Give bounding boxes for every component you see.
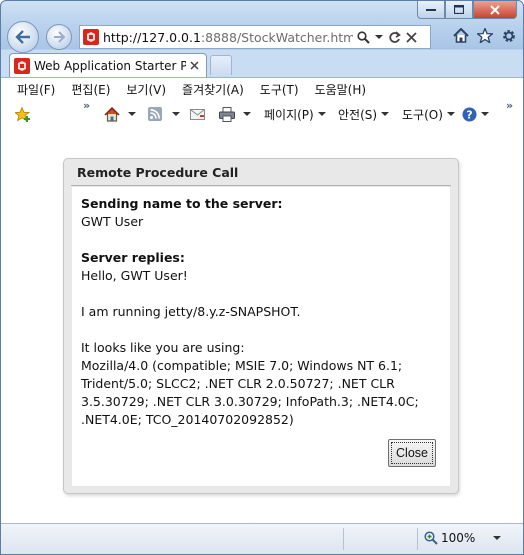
dialog-body: Sending name to the server: GWT User Ser… — [72, 187, 450, 486]
search-icon[interactable] — [357, 30, 370, 44]
gwt-favicon-icon — [83, 29, 99, 45]
agent-intro: It looks like you are using: — [81, 340, 245, 355]
home-button[interactable] — [104, 104, 136, 124]
url-text[interactable]: http://127.0.0.1:8888/StockWatcher.html?… — [103, 30, 353, 45]
status-divider — [417, 528, 418, 550]
url-path: :8888/StockWatcher.html?gwt. — [200, 29, 353, 45]
zoom-level: 100% — [441, 531, 476, 545]
tab-stockwatcher[interactable]: Web Application Starter Pr... — [9, 53, 207, 77]
chevron-more-icon[interactable]: » — [506, 99, 513, 112]
minimize-icon — [426, 8, 436, 11]
menu-bar: 파일(F) 편집(E) 보기(V) 즐겨찾기(A) 도구(T) 도움말(H) — [1, 78, 523, 100]
help-button[interactable]: ? — [462, 104, 489, 124]
dialog-title: Remote Procedure Call — [77, 165, 239, 180]
maximize-icon — [454, 5, 464, 14]
safety-menu-label: 안전(S) — [338, 107, 378, 122]
print-button[interactable] — [219, 104, 251, 124]
safety-menu-button[interactable]: 안전(S) — [338, 104, 390, 124]
chevron-down-icon — [493, 536, 502, 540]
mail-icon — [190, 108, 205, 120]
tab-title: Web Application Starter Pr... — [34, 58, 186, 73]
rpc-dialog: Remote Procedure Call Sending name to th… — [63, 158, 459, 494]
rss-feed-icon — [148, 107, 162, 121]
chevron-down-icon — [446, 112, 455, 116]
chevron-more-icon[interactable]: » — [83, 99, 90, 112]
menu-file[interactable]: 파일(F) — [9, 79, 63, 99]
window-controls — [417, 1, 517, 19]
user-agent-line: .NET4.0E; TCO_20140702092852) — [81, 412, 294, 427]
tab-strip: Web Application Starter Pr... — [1, 51, 523, 77]
add-favorite-button[interactable] — [15, 104, 31, 124]
menu-tools[interactable]: 도구(T) — [252, 79, 307, 99]
browser-window: http://127.0.0.1:8888/StockWatcher.html?… — [0, 0, 524, 555]
user-agent-line: Trident/5.0; SLCC2; .NET CLR 2.0.50727; … — [81, 376, 395, 391]
feeds-button[interactable] — [148, 104, 180, 124]
tools-menu-button[interactable]: 도구(O) — [402, 104, 455, 124]
back-button[interactable] — [7, 21, 39, 53]
reply-greeting: Hello, GWT User! — [81, 268, 188, 283]
menu-edit[interactable]: 편집(E) — [63, 79, 118, 99]
tab-close-button[interactable] — [186, 61, 202, 70]
menu-view[interactable]: 보기(V) — [118, 79, 174, 99]
sending-heading: Sending name to the server: — [81, 196, 283, 211]
tools-menu-label: 도구(O) — [402, 107, 443, 122]
close-icon — [490, 4, 500, 15]
printer-icon — [219, 106, 235, 122]
chevron-down-icon — [317, 112, 326, 116]
replies-heading: Server replies: — [81, 250, 185, 265]
new-tab-button[interactable] — [210, 55, 232, 75]
back-arrow-icon — [15, 30, 30, 44]
sent-name: GWT User — [81, 214, 144, 229]
favorites-star-icon[interactable] — [475, 26, 495, 48]
page-menu-button[interactable]: 페이지(P) — [264, 104, 326, 124]
command-area: 파일(F) 편집(E) 보기(V) 즐겨찾기(A) 도구(T) 도움말(H) » — [1, 77, 523, 129]
navigation-bar: http://127.0.0.1:8888/StockWatcher.html?… — [1, 19, 523, 53]
dialog-divider — [71, 185, 451, 186]
user-agent-line: Mozilla/4.0 (compatible; MSIE 7.0; Windo… — [81, 358, 403, 373]
chevron-down-icon — [128, 112, 136, 116]
page-content: Remote Procedure Call Sending name to th… — [1, 128, 523, 523]
minimize-button[interactable] — [417, 1, 445, 19]
mail-button[interactable] — [190, 104, 205, 124]
forward-button[interactable] — [46, 24, 72, 50]
gear-icon[interactable] — [501, 28, 517, 48]
status-bar: 100% — [1, 523, 523, 554]
url-host: http://127.0.0.1 — [103, 29, 201, 45]
zoom-icon — [424, 531, 438, 545]
chevron-down-icon — [243, 112, 251, 116]
zoom-control[interactable]: 100% — [424, 531, 502, 545]
close-button[interactable]: Close — [388, 439, 436, 467]
home-icon[interactable] — [453, 27, 469, 48]
menu-help[interactable]: 도움말(H) — [307, 79, 375, 99]
status-divider — [343, 528, 344, 550]
forward-arrow-icon — [54, 31, 65, 43]
stop-icon[interactable] — [406, 31, 417, 43]
address-bar[interactable]: http://127.0.0.1:8888/StockWatcher.html?… — [79, 25, 431, 49]
chevron-down-icon[interactable] — [375, 35, 383, 39]
page-menu-label: 페이지(P) — [264, 107, 314, 122]
chevron-down-icon — [481, 112, 489, 116]
svg-text:?: ? — [466, 108, 472, 121]
user-agent-line: 3.5.30729; .NET CLR 3.0.30729; InfoPath.… — [81, 394, 419, 409]
command-bar: » 페이지(P) 안전(S) 도구(O) ? » — [1, 99, 523, 127]
maximize-button[interactable] — [445, 1, 473, 19]
chevron-down-icon — [381, 112, 390, 116]
server-info: I am running jetty/8.y.z-SNAPSHOT. — [81, 304, 301, 319]
home-icon — [104, 106, 120, 122]
gwt-favicon-icon — [14, 57, 30, 74]
favorites-add-icon — [15, 106, 31, 122]
chevron-down-icon — [172, 112, 180, 116]
refresh-icon[interactable] — [388, 30, 401, 44]
menu-favorites[interactable]: 즐겨찾기(A) — [174, 79, 252, 99]
window-close-button[interactable] — [473, 1, 517, 19]
close-icon — [189, 61, 199, 70]
help-icon: ? — [462, 107, 477, 121]
